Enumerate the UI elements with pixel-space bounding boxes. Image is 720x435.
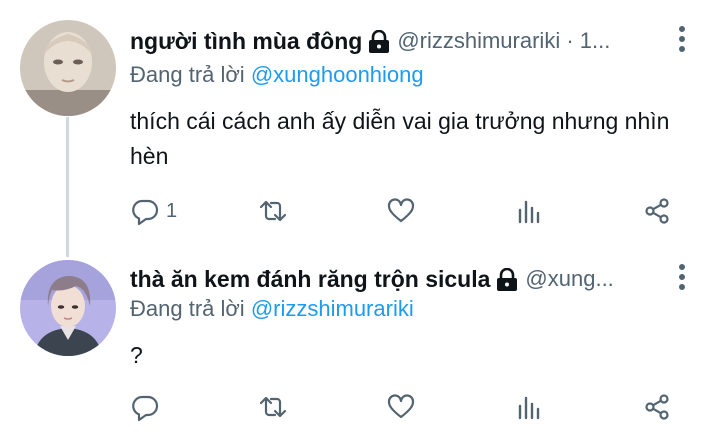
reply-icon bbox=[132, 199, 159, 226]
avatar[interactable] bbox=[20, 260, 116, 356]
views-icon bbox=[518, 200, 540, 224]
reply-count: 1 bbox=[166, 199, 178, 222]
handle[interactable]: @xung... bbox=[525, 266, 613, 292]
retweet-button[interactable] bbox=[258, 196, 288, 226]
reply-icon bbox=[132, 395, 159, 422]
tweet-text: thích cái cách anh ấy diễn vai gia trưởn… bbox=[130, 108, 670, 169]
replying-to: Đang trả lời @xunghoonhiong bbox=[130, 62, 424, 88]
share-button[interactable] bbox=[642, 196, 672, 226]
display-name[interactable]: người tình mùa đông bbox=[130, 28, 362, 55]
more-vertical-icon[interactable] bbox=[678, 26, 686, 52]
share-icon bbox=[645, 198, 669, 224]
handle[interactable]: @rizzshimurariki · 1... bbox=[397, 28, 610, 54]
share-button[interactable] bbox=[642, 392, 672, 422]
lock-icon bbox=[368, 29, 390, 54]
replying-prefix: Đang trả lời bbox=[130, 296, 245, 321]
replying-to: Đang trả lời @rizzshimurariki bbox=[130, 296, 414, 322]
views-button[interactable] bbox=[514, 196, 544, 226]
replying-prefix: Đang trả lời bbox=[130, 62, 245, 87]
tweet[interactable]: người tình mùa đông @rizzshimurariki · 1… bbox=[0, 0, 720, 250]
display-name[interactable]: thà ăn kem đánh răng trộn sicula bbox=[130, 266, 490, 293]
mention-link[interactable]: @xunghoonhiong bbox=[251, 62, 424, 87]
retweet-button[interactable] bbox=[258, 392, 288, 422]
tweet-header: người tình mùa đông @rizzshimurariki · 1… bbox=[130, 24, 665, 58]
mention-link[interactable]: @rizzshimurariki bbox=[251, 296, 414, 321]
retweet-icon bbox=[259, 396, 287, 418]
like-button[interactable] bbox=[386, 392, 416, 422]
retweet-icon bbox=[259, 200, 287, 222]
reply-button[interactable] bbox=[130, 392, 166, 422]
like-button[interactable] bbox=[386, 196, 416, 226]
lock-icon bbox=[496, 267, 518, 292]
tweet[interactable]: thà ăn kem đánh răng trộn sicula @xung..… bbox=[0, 250, 720, 435]
like-icon bbox=[387, 394, 415, 419]
like-icon bbox=[387, 198, 415, 223]
avatar[interactable] bbox=[20, 20, 116, 116]
tweet-header: thà ăn kem đánh răng trộn sicula @xung..… bbox=[130, 262, 614, 296]
views-icon bbox=[518, 396, 540, 420]
share-icon bbox=[645, 394, 669, 420]
reply-button[interactable]: 1 bbox=[130, 196, 177, 226]
action-bar bbox=[130, 392, 690, 422]
action-bar: 1 bbox=[130, 196, 690, 226]
more-vertical-icon[interactable] bbox=[678, 264, 686, 290]
views-button[interactable] bbox=[514, 392, 544, 422]
tweet-text: ? bbox=[130, 342, 143, 368]
